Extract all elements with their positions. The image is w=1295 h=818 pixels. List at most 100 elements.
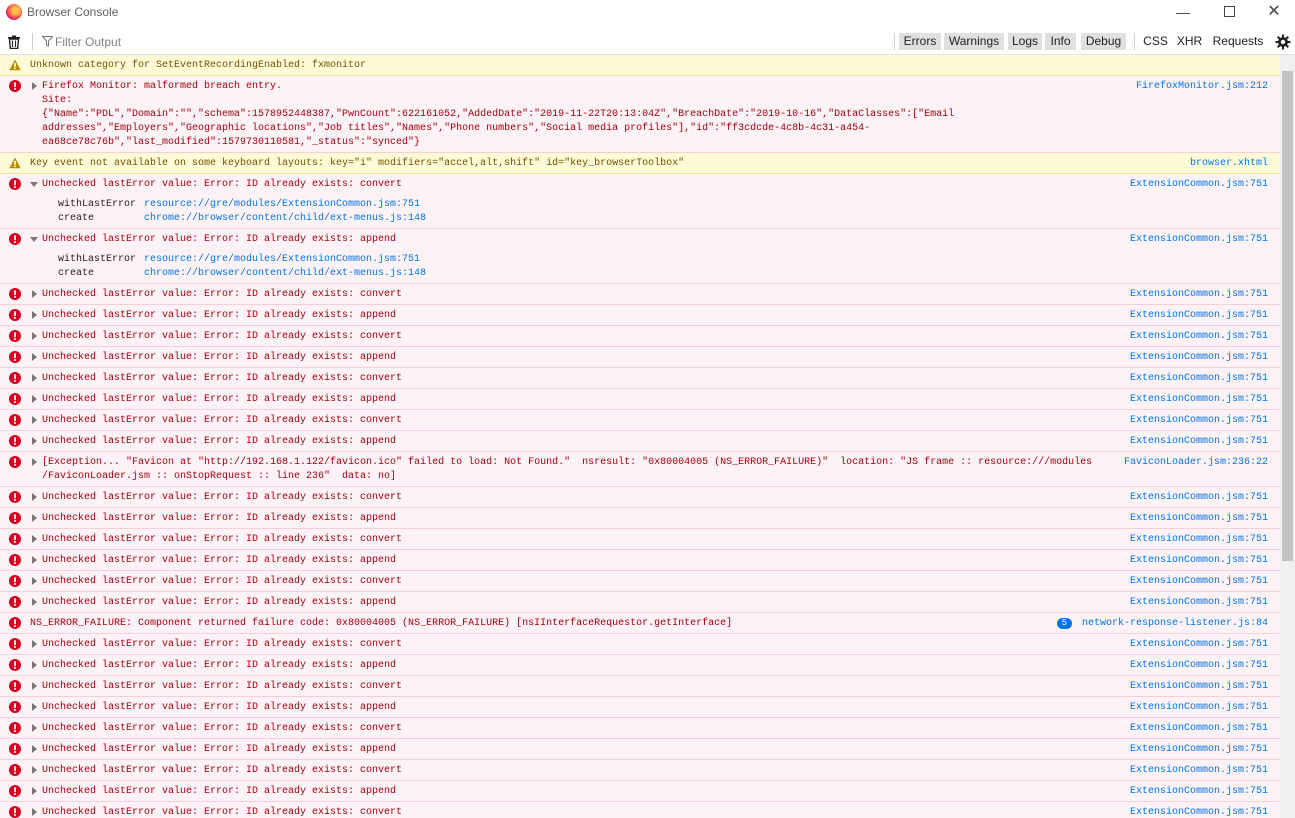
filter-css-button[interactable]: CSS — [1143, 33, 1168, 50]
message-source-link[interactable]: FirefoxMonitor.jsm:212 — [1136, 80, 1268, 94]
console-error-message[interactable]: Unchecked lastError value: Error: ID alr… — [0, 802, 1280, 818]
stack-source-link[interactable]: chrome://browser/content/child/ext-menus… — [144, 268, 426, 279]
console-error-message[interactable]: Unchecked lastError value: Error: ID alr… — [0, 781, 1280, 802]
message-source-link[interactable]: ExtensionCommon.jsm:751 — [1130, 596, 1268, 610]
console-error-message[interactable]: Unchecked lastError value: Error: ID alr… — [0, 410, 1280, 431]
scrollbar-thumb[interactable] — [1282, 71, 1293, 561]
expand-arrow-right-icon[interactable] — [32, 598, 37, 606]
gear-icon[interactable] — [1275, 34, 1291, 50]
console-error-message[interactable]: Unchecked lastError value: Error: ID alr… — [0, 368, 1280, 389]
expand-arrow-right-icon[interactable] — [32, 493, 37, 501]
vertical-scrollbar[interactable] — [1280, 55, 1295, 818]
console-error-message[interactable]: Unchecked lastError value: Error: ID alr… — [0, 634, 1280, 655]
message-source-link[interactable]: ExtensionCommon.jsm:751 — [1130, 393, 1268, 407]
message-source-link[interactable]: ExtensionCommon.jsm:751 — [1130, 764, 1268, 778]
maximize-button[interactable] — [1215, 3, 1243, 23]
stack-source-link[interactable]: resource://gre/modules/ExtensionCommon.j… — [144, 254, 420, 265]
console-error-message[interactable]: Unchecked lastError value: Error: ID alr… — [0, 347, 1280, 368]
expand-arrow-right-icon[interactable] — [32, 82, 37, 90]
console-error-message[interactable]: NS_ERROR_FAILURE: Component returned fai… — [0, 613, 1280, 634]
console-error-message[interactable]: Unchecked lastError value: Error: ID alr… — [0, 229, 1280, 284]
expand-arrow-right-icon[interactable] — [32, 535, 37, 543]
console-error-message[interactable]: Unchecked lastError value: Error: ID alr… — [0, 592, 1280, 613]
console-error-message[interactable]: Unchecked lastError value: Error: ID alr… — [0, 655, 1280, 676]
message-source-link[interactable]: ExtensionCommon.jsm:751 — [1130, 638, 1268, 652]
message-source-link[interactable]: ExtensionCommon.jsm:751 — [1130, 435, 1268, 449]
console-warning-message[interactable]: Unknown category for SetEventRecordingEn… — [0, 55, 1280, 76]
message-source-link[interactable]: ExtensionCommon.jsm:751 — [1130, 722, 1268, 736]
console-error-message[interactable]: Unchecked lastError value: Error: ID alr… — [0, 697, 1280, 718]
message-source-link[interactable]: ExtensionCommon.jsm:751 — [1130, 785, 1268, 799]
expand-arrow-right-icon[interactable] — [32, 556, 37, 564]
message-source-link[interactable]: ExtensionCommon.jsm:751 — [1130, 806, 1268, 818]
console-warning-message[interactable]: Key event not available on some keyboard… — [0, 153, 1280, 174]
filter-output-input[interactable] — [55, 32, 455, 51]
message-source-link[interactable]: ExtensionCommon.jsm:751 — [1130, 178, 1268, 192]
filter-xhr-button[interactable]: XHR — [1176, 33, 1203, 50]
console-error-message[interactable]: Unchecked lastError value: Error: ID alr… — [0, 508, 1280, 529]
message-source-link[interactable]: ExtensionCommon.jsm:751 — [1130, 414, 1268, 428]
message-source-link[interactable]: network-response-listener.js:84 — [1082, 617, 1268, 631]
trash-icon[interactable] — [7, 35, 21, 49]
message-source-link[interactable]: ExtensionCommon.jsm:751 — [1130, 680, 1268, 694]
minimize-button[interactable]: — — [1169, 3, 1197, 23]
console-error-message[interactable]: Unchecked lastError value: Error: ID alr… — [0, 487, 1280, 508]
expand-arrow-down-icon[interactable] — [30, 182, 38, 187]
stack-source-link[interactable]: chrome://browser/content/child/ext-menus… — [144, 213, 426, 224]
expand-arrow-right-icon[interactable] — [32, 395, 37, 403]
console-error-message[interactable]: Unchecked lastError value: Error: ID alr… — [0, 676, 1280, 697]
console-error-message[interactable]: Unchecked lastError value: Error: ID alr… — [0, 529, 1280, 550]
expand-arrow-right-icon[interactable] — [32, 458, 37, 466]
console-error-message[interactable]: Unchecked lastError value: Error: ID alr… — [0, 389, 1280, 410]
console-error-message[interactable]: Unchecked lastError value: Error: ID alr… — [0, 550, 1280, 571]
message-source-link[interactable]: ExtensionCommon.jsm:751 — [1130, 351, 1268, 365]
console-error-message[interactable]: Unchecked lastError value: Error: ID alr… — [0, 326, 1280, 347]
expand-arrow-right-icon[interactable] — [32, 311, 37, 319]
console-error-message[interactable]: Unchecked lastError value: Error: ID alr… — [0, 431, 1280, 452]
message-source-link[interactable]: ExtensionCommon.jsm:751 — [1130, 233, 1268, 247]
expand-arrow-right-icon[interactable] — [32, 416, 37, 424]
message-source-link[interactable]: FaviconLoader.jsm:236:22 — [1124, 456, 1268, 470]
close-button[interactable]: ✕ — [1260, 3, 1288, 23]
expand-arrow-right-icon[interactable] — [32, 437, 37, 445]
message-source-link[interactable]: ExtensionCommon.jsm:751 — [1130, 533, 1268, 547]
expand-arrow-right-icon[interactable] — [32, 661, 37, 669]
message-source-link[interactable]: ExtensionCommon.jsm:751 — [1130, 659, 1268, 673]
message-source-link[interactable]: browser.xhtml — [1190, 157, 1268, 171]
expand-arrow-right-icon[interactable] — [32, 332, 37, 340]
message-source-link[interactable]: ExtensionCommon.jsm:751 — [1130, 554, 1268, 568]
console-error-message[interactable]: Unchecked lastError value: Error: ID alr… — [0, 718, 1280, 739]
message-source-link[interactable]: ExtensionCommon.jsm:751 — [1130, 491, 1268, 505]
filter-info-button[interactable]: Info — [1045, 33, 1076, 50]
filter-warnings-button[interactable]: Warnings — [944, 33, 1004, 50]
message-source-link[interactable]: ExtensionCommon.jsm:751 — [1130, 575, 1268, 589]
console-error-message[interactable]: [Exception... "Favicon at "http://192.16… — [0, 452, 1280, 487]
console-error-message[interactable]: Unchecked lastError value: Error: ID alr… — [0, 174, 1280, 229]
filter-requests-button[interactable]: Requests — [1211, 33, 1265, 50]
message-source-link[interactable]: ExtensionCommon.jsm:751 — [1130, 330, 1268, 344]
expand-arrow-right-icon[interactable] — [32, 745, 37, 753]
message-source-link[interactable]: ExtensionCommon.jsm:751 — [1130, 512, 1268, 526]
expand-arrow-right-icon[interactable] — [32, 724, 37, 732]
message-source-link[interactable]: ExtensionCommon.jsm:751 — [1130, 701, 1268, 715]
message-source-link[interactable]: ExtensionCommon.jsm:751 — [1130, 743, 1268, 757]
expand-arrow-right-icon[interactable] — [32, 577, 37, 585]
message-source-link[interactable]: ExtensionCommon.jsm:751 — [1130, 309, 1268, 323]
console-error-message[interactable]: Unchecked lastError value: Error: ID alr… — [0, 571, 1280, 592]
console-error-message[interactable]: Unchecked lastError value: Error: ID alr… — [0, 305, 1280, 326]
expand-arrow-right-icon[interactable] — [32, 703, 37, 711]
expand-arrow-right-icon[interactable] — [32, 682, 37, 690]
message-source-link[interactable]: ExtensionCommon.jsm:751 — [1130, 288, 1268, 302]
expand-arrow-right-icon[interactable] — [32, 353, 37, 361]
expand-arrow-right-icon[interactable] — [32, 787, 37, 795]
expand-arrow-right-icon[interactable] — [32, 514, 37, 522]
expand-arrow-right-icon[interactable] — [32, 766, 37, 774]
expand-arrow-right-icon[interactable] — [32, 374, 37, 382]
stack-source-link[interactable]: resource://gre/modules/ExtensionCommon.j… — [144, 199, 420, 210]
message-source-link[interactable]: ExtensionCommon.jsm:751 — [1130, 372, 1268, 386]
expand-arrow-right-icon[interactable] — [32, 290, 37, 298]
expand-arrow-right-icon[interactable] — [32, 808, 37, 816]
expand-arrow-down-icon[interactable] — [30, 237, 38, 242]
filter-debug-button[interactable]: Debug — [1081, 33, 1126, 50]
console-error-message[interactable]: Unchecked lastError value: Error: ID alr… — [0, 284, 1280, 305]
